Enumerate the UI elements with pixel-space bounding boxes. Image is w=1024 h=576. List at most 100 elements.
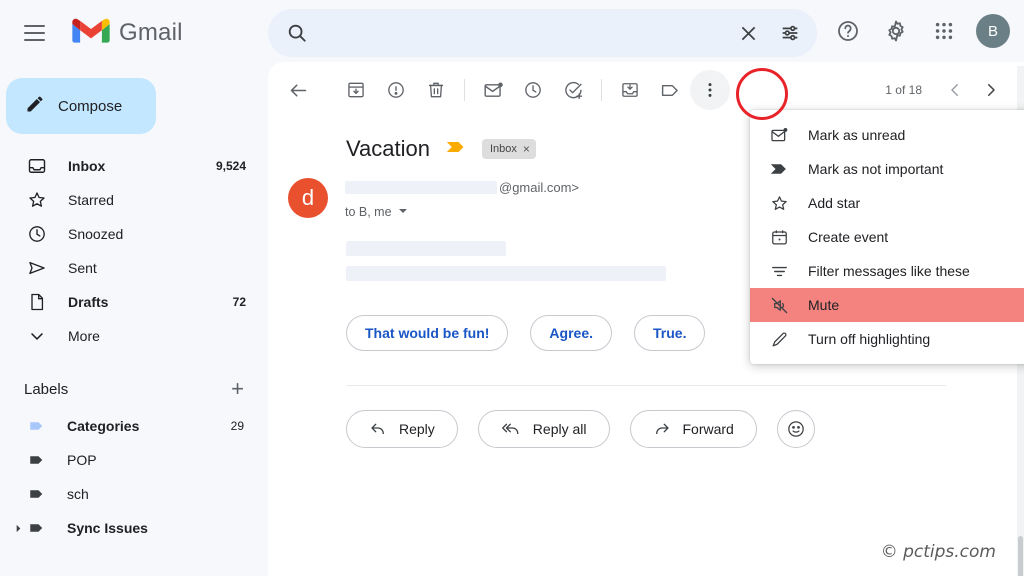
gmail-window: Gmail B Compose Inbox 9,524 Starred Snoo… (0, 0, 1024, 576)
avatar[interactable]: d (288, 178, 328, 218)
sidebar-item-starred[interactable]: Starred (0, 183, 268, 217)
header-actions: B (826, 9, 1014, 53)
menu-item-turn-off-highlighting[interactable]: Turn off highlighting (750, 322, 1024, 356)
reply-all-label: Reply all (532, 421, 587, 437)
smart-reply-chip-1[interactable]: That would be fun! (346, 315, 509, 351)
compose-label: Compose (58, 97, 123, 115)
reply-actions: Reply Reply all Forward (346, 410, 1024, 448)
sidebar-nav: Inbox 9,524 Starred Snoozed Sent Drafts … (0, 149, 268, 353)
label-item-sync-issues[interactable]: Sync Issues (0, 511, 268, 545)
star-icon (768, 194, 790, 213)
calendar-icon (768, 228, 790, 247)
clock-icon (26, 224, 48, 244)
settings-icon[interactable] (874, 9, 918, 53)
sidebar-label-starred: Starred (68, 192, 114, 208)
menu-item-mark-as-not-important[interactable]: Mark as not important (750, 152, 1024, 186)
brand-name: Gmail (119, 19, 183, 46)
help-icon[interactable] (826, 9, 870, 53)
snooze-icon[interactable] (513, 70, 553, 110)
highlighter-icon (768, 330, 790, 349)
smart-reply-chip-3[interactable]: True. (634, 315, 706, 351)
caret-down-icon[interactable] (398, 203, 408, 221)
search-bar[interactable] (268, 9, 817, 57)
watermark: © pctips.com (880, 542, 996, 562)
close-icon[interactable] (727, 12, 769, 54)
menu-label: Turn off highlighting (808, 331, 931, 347)
toolbar-divider (464, 79, 465, 101)
menu-item-mark-as-unread[interactable]: Mark as unread (750, 118, 1024, 152)
move-to-inbox-icon[interactable] (610, 70, 650, 110)
menu-item-add-star[interactable]: Add star (750, 186, 1024, 220)
label-count-categories: 29 (230, 419, 244, 433)
chevron-down-icon (26, 326, 48, 346)
scrollbar-thumb[interactable] (1018, 536, 1023, 576)
important-marker-icon[interactable] (446, 140, 466, 159)
menu-label: Mark as not important (808, 161, 944, 177)
menu-label: Add star (808, 195, 861, 211)
labels-list: Categories 29 POP sch Sync Issues (0, 409, 268, 545)
labels-title: Labels (24, 380, 69, 398)
more-options-menu: Mark as unread Mark as not important Add… (750, 110, 1024, 364)
close-icon[interactable]: × (523, 142, 530, 156)
hamburger-icon[interactable] (12, 11, 56, 55)
label-name-sync-issues: Sync Issues (67, 520, 148, 536)
label-tag-icon (26, 485, 48, 503)
reply-all-button[interactable]: Reply all (477, 410, 610, 448)
menu-item-mute[interactable]: Mute (750, 288, 1024, 322)
filter-icon (768, 262, 790, 281)
compose-button[interactable]: Compose (6, 78, 156, 134)
label-item-sch[interactable]: sch (0, 477, 268, 511)
reply-button[interactable]: Reply (346, 410, 458, 448)
sidebar-item-snoozed[interactable]: Snoozed (0, 217, 268, 251)
pager-text: 1 of 18 (885, 83, 922, 97)
account-avatar[interactable]: B (976, 14, 1010, 48)
menu-item-create-event[interactable]: Create event (750, 220, 1024, 254)
mute-icon (768, 296, 790, 315)
send-icon (26, 258, 48, 278)
pencil-icon (25, 94, 45, 119)
menu-label: Mark as unread (808, 127, 906, 143)
forward-button[interactable]: Forward (629, 410, 757, 448)
sidebar-item-more[interactable]: More (0, 319, 268, 353)
message-pager: 1 of 18 (885, 73, 1008, 107)
report-spam-icon[interactable] (376, 70, 416, 110)
search-icon (286, 22, 308, 44)
sidebar-count-drafts: 72 (232, 295, 246, 309)
search-input[interactable] (322, 24, 727, 42)
sidebar-label-sent: Sent (68, 260, 97, 276)
not-important-icon (768, 162, 790, 176)
search-options-icon[interactable] (769, 12, 811, 54)
delete-icon[interactable] (416, 70, 456, 110)
chevron-right-icon[interactable] (974, 73, 1008, 107)
plus-icon[interactable]: + (231, 378, 244, 400)
chevron-right-icon[interactable] (10, 524, 26, 533)
label-item-pop[interactable]: POP (0, 443, 268, 477)
menu-item-filter-messages[interactable]: Filter messages like these (750, 254, 1024, 288)
labels-header: Labels + (0, 369, 268, 409)
label-item-categories[interactable]: Categories 29 (0, 409, 268, 443)
mark-unread-icon[interactable] (473, 70, 513, 110)
archive-icon[interactable] (336, 70, 376, 110)
star-icon (26, 190, 48, 210)
label-tag-icon (26, 451, 48, 469)
chevron-left-icon[interactable] (938, 73, 972, 107)
gmail-logo-icon (72, 17, 110, 50)
back-icon[interactable] (278, 70, 318, 110)
sidebar-count-inbox: 9,524 (215, 159, 246, 173)
sidebar-item-inbox[interactable]: Inbox 9,524 (0, 149, 268, 183)
sidebar-item-sent[interactable]: Sent (0, 251, 268, 285)
smart-reply-chip-2[interactable]: Agree. (530, 315, 612, 351)
label-tag-icon (26, 519, 48, 537)
emoji-icon[interactable] (776, 410, 815, 448)
menu-label: Filter messages like these (808, 263, 970, 279)
sidebar-item-drafts[interactable]: Drafts 72 (0, 285, 268, 319)
menu-label: Create event (808, 229, 889, 245)
label-chip-inbox[interactable]: Inbox × (481, 139, 536, 159)
sidebar-label-inbox: Inbox (68, 158, 106, 174)
gmail-brand[interactable]: Gmail (72, 17, 183, 50)
add-to-tasks-icon[interactable] (553, 70, 593, 110)
page-title: Vacation (346, 136, 430, 161)
labels-icon[interactable] (650, 70, 690, 110)
google-apps-icon[interactable] (922, 9, 966, 53)
more-options-icon[interactable] (690, 70, 730, 110)
